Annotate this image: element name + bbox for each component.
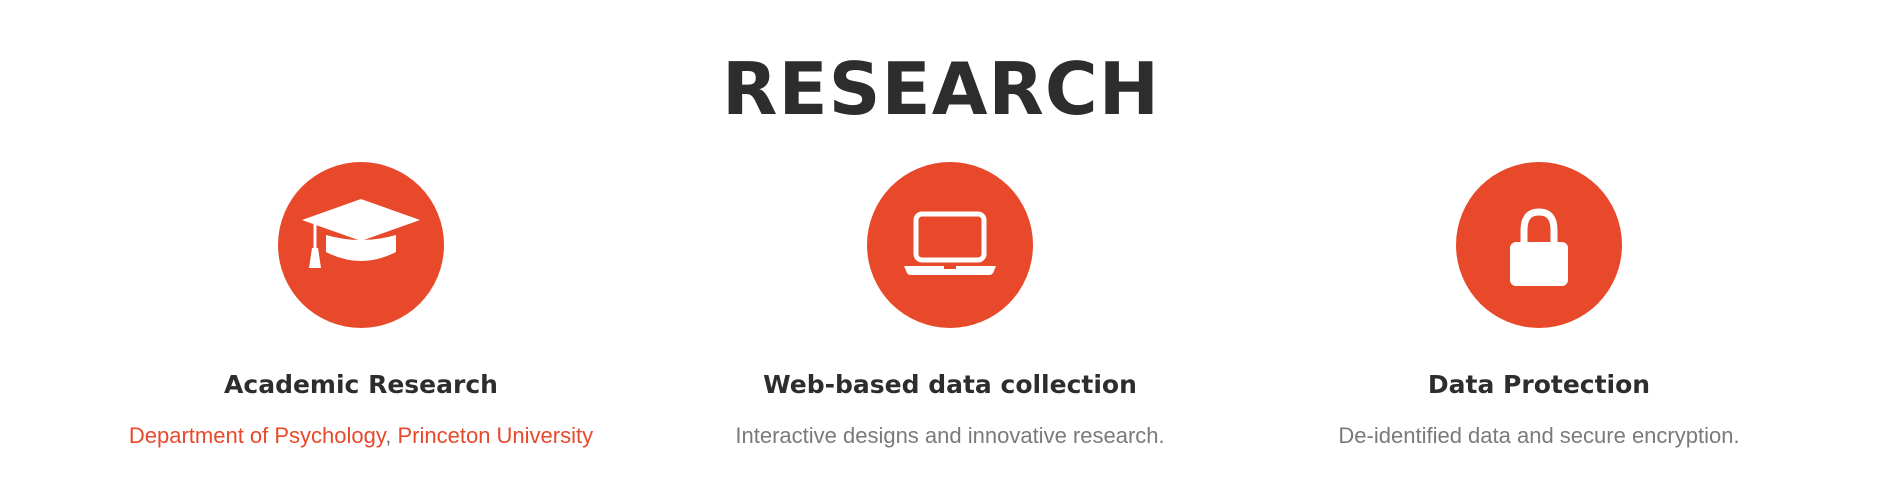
feature-title: Academic Research bbox=[224, 370, 498, 399]
feature-description: De-identified data and secure encryption… bbox=[1338, 423, 1740, 448]
link-separator: , bbox=[385, 423, 398, 448]
feature-description: Department of Psychology, Princeton Univ… bbox=[91, 422, 631, 450]
feature-title: Data Protection bbox=[1427, 370, 1651, 399]
section-title: RESEARCH bbox=[722, 47, 1160, 131]
feature-description: Interactive designs and innovative resea… bbox=[735, 423, 1165, 448]
feature-academic-research: Academic Research Department of Psycholo… bbox=[91, 162, 631, 450]
feature-title: Web-based data collection bbox=[763, 370, 1137, 399]
graduation-cap-icon bbox=[278, 162, 444, 328]
department-link[interactable]: Department of Psychology bbox=[129, 423, 385, 448]
feature-data-protection: Data Protection De-identified data and s… bbox=[1269, 162, 1809, 450]
laptop-icon bbox=[867, 162, 1033, 328]
feature-web-based-data-collection: Web-based data collection Interactive de… bbox=[680, 162, 1220, 450]
university-link[interactable]: Princeton University bbox=[397, 423, 593, 448]
lock-icon bbox=[1456, 162, 1622, 328]
